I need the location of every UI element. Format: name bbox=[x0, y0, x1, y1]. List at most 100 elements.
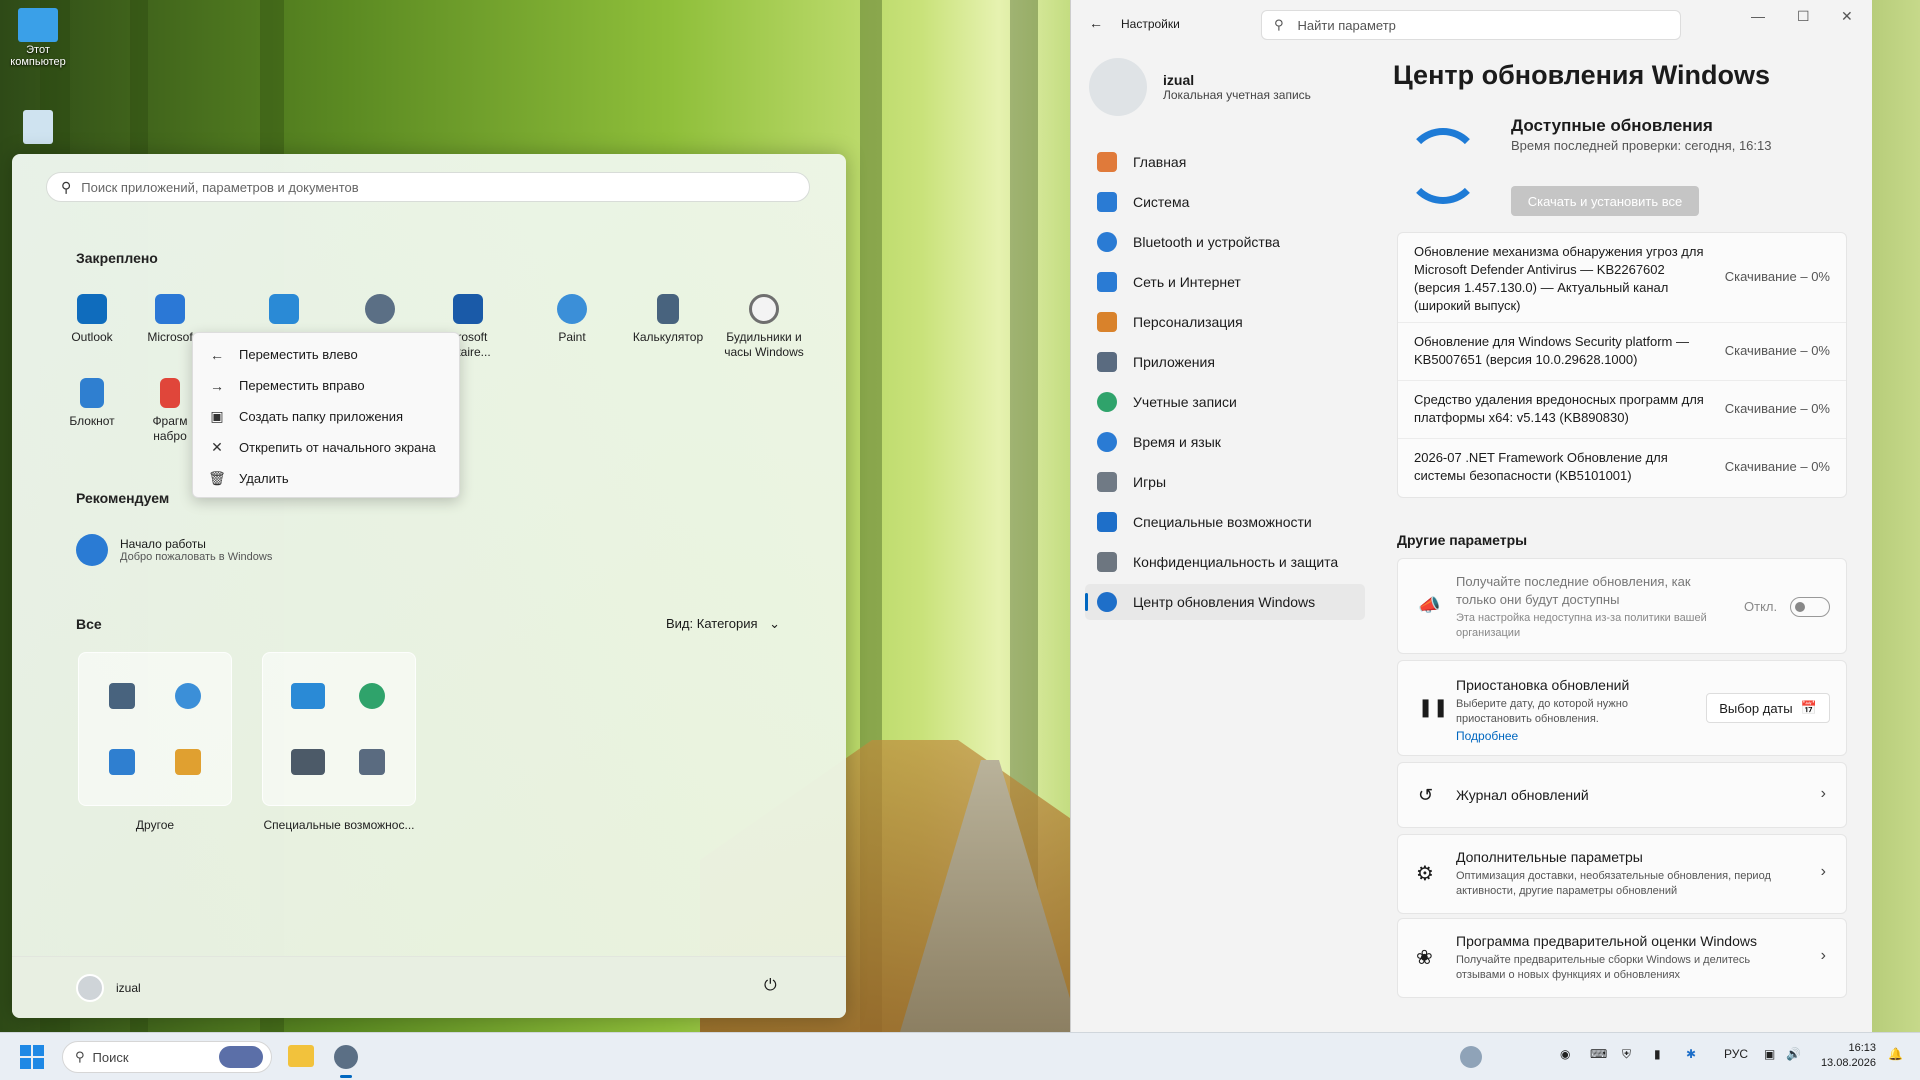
display-tray-icon[interactable]: ▣ bbox=[1764, 1047, 1775, 1061]
usb-tray-icon[interactable]: ▮ bbox=[1654, 1047, 1661, 1061]
pinned-app-clock[interactable]: Будильники и часы Windows bbox=[716, 294, 812, 360]
security-tray-icon[interactable]: ⛨ bbox=[1622, 1047, 1631, 1062]
unpin-icon: ✕ bbox=[211, 439, 223, 455]
pinned-app-notepad[interactable]: Блокнот bbox=[44, 378, 140, 429]
pinned-app-calculator[interactable]: Калькулятор bbox=[620, 294, 716, 345]
maximize-button[interactable]: ☐ bbox=[1797, 8, 1810, 25]
desktop-icon-recycle-bin[interactable] bbox=[6, 110, 70, 146]
nav-windows-update[interactable]: Центр обновления Windows bbox=[1085, 584, 1365, 620]
avatar bbox=[1089, 58, 1147, 116]
nav-label: Центр обновления Windows bbox=[1133, 594, 1316, 610]
system-icon bbox=[1097, 192, 1117, 212]
minimize-button[interactable]: — bbox=[1751, 8, 1765, 24]
view-label: Вид: Категория bbox=[666, 616, 758, 631]
volume-icon[interactable]: 🔊 bbox=[1786, 1047, 1801, 1061]
settings-search-input[interactable]: ⚲ Найти параметр bbox=[1261, 10, 1681, 40]
pick-date-button[interactable]: Выбор даты 📅 bbox=[1706, 693, 1830, 723]
pinned-app-paint[interactable]: Paint bbox=[524, 294, 620, 345]
power-icon[interactable]: ⏻ bbox=[764, 977, 777, 995]
time-language-icon bbox=[1097, 432, 1117, 452]
file-explorer-icon[interactable] bbox=[288, 1045, 314, 1067]
nav-accounts[interactable]: Учетные записи bbox=[1085, 384, 1365, 420]
back-arrow-icon[interactable]: ← bbox=[1089, 15, 1103, 31]
ctx-uninstall[interactable]: 🗑 Удалить bbox=[193, 463, 459, 494]
update-item: Средство удаления вредоносных программ д… bbox=[1398, 381, 1846, 439]
account-header[interactable]: izual Локальная учетная запись bbox=[1089, 58, 1311, 116]
shield-icon bbox=[1097, 552, 1117, 572]
ctx-label: Переместить влево bbox=[239, 347, 358, 362]
megaphone-icon: 📣 bbox=[1418, 595, 1441, 615]
settings-window: ← Настройки ⚲ Найти параметр — ☐ ✕ izual… bbox=[1070, 0, 1872, 1032]
recommended-subtitle: Добро пожаловать в Windows bbox=[120, 551, 273, 563]
bluetooth-tray-icon[interactable]: ✱ bbox=[1686, 1047, 1696, 1061]
title-bar: ← Настройки ⚲ Найти параметр — ☐ ✕ bbox=[1071, 0, 1873, 48]
desktop-icon-this-pc[interactable]: Этот компьютер bbox=[6, 8, 70, 68]
pause-learn-more-link[interactable]: Подробнее bbox=[1456, 729, 1518, 743]
weather-icon[interactable] bbox=[1460, 1046, 1482, 1068]
pinned-app-settings[interactable] bbox=[332, 294, 428, 330]
pinned-app-photos[interactable] bbox=[236, 294, 332, 330]
arrow-right-icon: → bbox=[210, 377, 224, 394]
view-dropdown[interactable]: Вид: Категория ⌄ bbox=[666, 616, 780, 632]
notepad-icon bbox=[109, 749, 135, 775]
ctx-create-folder[interactable]: ▣ Создать папку приложения bbox=[193, 401, 459, 432]
latest-note: Эта настройка недоступна из-за политики … bbox=[1456, 612, 1707, 639]
nav-home[interactable]: Главная bbox=[1085, 144, 1365, 180]
nav-label: Учетные записи bbox=[1133, 394, 1237, 410]
keyboard-icon bbox=[291, 683, 325, 709]
folder-label: Другое bbox=[135, 818, 175, 832]
chevron-right-icon: › bbox=[1820, 947, 1826, 964]
clock[interactable]: 16:13 13.08.2026 bbox=[1816, 1041, 1876, 1071]
close-button[interactable]: ✕ bbox=[1841, 8, 1853, 25]
nav-system[interactable]: Система bbox=[1085, 184, 1365, 220]
recommended-item[interactable]: Начало работы Добро пожаловать в Windows bbox=[76, 534, 272, 566]
settings-taskbar-icon[interactable] bbox=[334, 1045, 358, 1069]
calendar-icon: 📅 bbox=[1800, 700, 1817, 715]
notification-icon[interactable]: 🔔 bbox=[1888, 1047, 1903, 1061]
update-history-card[interactable]: ↺ Журнал обновлений › bbox=[1397, 762, 1847, 828]
pinned-app-outlook[interactable]: Outlook bbox=[44, 294, 140, 345]
pinned-app-label: Paint bbox=[558, 330, 586, 344]
category-folder-accessibility[interactable] bbox=[262, 652, 416, 806]
keyboard-tray-icon[interactable]: ⌨ bbox=[1590, 1047, 1607, 1061]
get-started-icon bbox=[76, 534, 108, 566]
network-tray-icon[interactable]: ◉ bbox=[1560, 1047, 1570, 1061]
download-all-button[interactable]: Скачать и установить все bbox=[1511, 186, 1699, 216]
avatar bbox=[76, 974, 104, 1002]
nav-personalization[interactable]: Персонализация bbox=[1085, 304, 1365, 340]
nav-accessibility[interactable]: Специальные возможности bbox=[1085, 504, 1365, 540]
nav-network[interactable]: Сеть и Интернет bbox=[1085, 264, 1365, 300]
nav-label: Игры bbox=[1133, 474, 1167, 490]
nav-privacy[interactable]: Конфиденциальность и защита bbox=[1085, 544, 1365, 580]
start-search-placeholder: Поиск приложений, параметров и документо… bbox=[81, 179, 359, 195]
nav-gaming[interactable]: Игры bbox=[1085, 464, 1365, 500]
ctx-unpin[interactable]: ✕ Открепить от начального экрана bbox=[193, 432, 459, 463]
category-folder-other[interactable] bbox=[78, 652, 232, 806]
start-search-input[interactable]: ⚲ Поиск приложений, параметров и докумен… bbox=[46, 172, 810, 202]
last-check: Время последней проверки: сегодня, 16:13 bbox=[1511, 138, 1772, 153]
pinned-app-snipping[interactable]: Фрагм набро bbox=[140, 378, 200, 444]
nav-time-language[interactable]: Время и язык bbox=[1085, 424, 1365, 460]
nav-bluetooth[interactable]: Bluetooth и устройства bbox=[1085, 224, 1365, 260]
start-button[interactable] bbox=[20, 1045, 44, 1069]
user-button[interactable]: izual bbox=[76, 974, 141, 1002]
nav-apps[interactable]: Приложения bbox=[1085, 344, 1365, 380]
pinned-app-store[interactable]: Microsof bbox=[140, 294, 200, 345]
accounts-icon bbox=[1097, 392, 1117, 412]
ctx-move-left[interactable]: ← Переместить влево bbox=[193, 339, 459, 370]
insider-program-card[interactable]: ❀ Программа предварительной оценки Windo… bbox=[1397, 918, 1847, 998]
ctx-label: Удалить bbox=[239, 471, 289, 486]
ctx-move-right[interactable]: → Переместить вправо bbox=[193, 370, 459, 401]
language-indicator[interactable]: РУС bbox=[1724, 1047, 1748, 1061]
update-name: Обновление механизма обнаружения угроз д… bbox=[1414, 244, 1704, 313]
pinned-app-label: Калькулятор bbox=[632, 330, 704, 344]
taskbar-search-input[interactable]: ⚲ Поиск bbox=[62, 1041, 272, 1073]
pinned-app-label: Будильники и часы Windows bbox=[724, 330, 804, 359]
advanced-options-card[interactable]: ⚙ Дополнительные параметры Оптимизация д… bbox=[1397, 834, 1847, 914]
update-item: 2026-07 .NET Framework Обновление для си… bbox=[1398, 439, 1846, 497]
latest-updates-toggle[interactable] bbox=[1790, 597, 1830, 617]
onscreen-keyboard-icon bbox=[291, 749, 325, 775]
gears-icon: ⚙ bbox=[1416, 863, 1434, 885]
search-icon: ⚲ bbox=[61, 178, 72, 195]
nav-label: Время и язык bbox=[1133, 434, 1221, 450]
